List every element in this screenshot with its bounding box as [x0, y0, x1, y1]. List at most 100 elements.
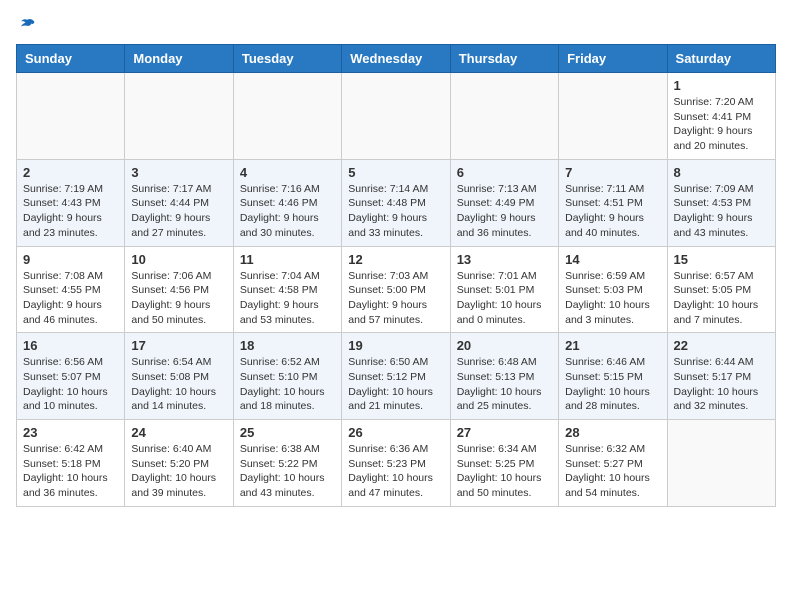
- day-info: Sunrise: 7:08 AM Sunset: 4:55 PM Dayligh…: [23, 269, 118, 328]
- day-info: Sunrise: 7:04 AM Sunset: 4:58 PM Dayligh…: [240, 269, 335, 328]
- day-number: 2: [23, 165, 118, 180]
- day-header-thursday: Thursday: [450, 45, 558, 73]
- day-info: Sunrise: 7:01 AM Sunset: 5:01 PM Dayligh…: [457, 269, 552, 328]
- day-number: 14: [565, 252, 660, 267]
- day-number: 10: [131, 252, 226, 267]
- day-info: Sunrise: 7:09 AM Sunset: 4:53 PM Dayligh…: [674, 182, 769, 241]
- calendar-day: 26 Sunrise: 6:36 AM Sunset: 5:23 PM Dayli…: [342, 420, 450, 507]
- day-number: 27: [457, 425, 552, 440]
- calendar-day: 15 Sunrise: 6:57 AM Sunset: 5:05 PM Dayli…: [667, 246, 775, 333]
- day-number: 3: [131, 165, 226, 180]
- calendar-day: 1 Sunrise: 7:20 AM Sunset: 4:41 PM Daylig…: [667, 73, 775, 160]
- calendar-day: 14 Sunrise: 6:59 AM Sunset: 5:03 PM Dayli…: [559, 246, 667, 333]
- day-info: Sunrise: 6:50 AM Sunset: 5:12 PM Dayligh…: [348, 355, 443, 414]
- day-number: 11: [240, 252, 335, 267]
- day-number: 5: [348, 165, 443, 180]
- calendar-week-4: 16 Sunrise: 6:56 AM Sunset: 5:07 PM Dayli…: [17, 333, 776, 420]
- calendar-day: 19 Sunrise: 6:50 AM Sunset: 5:12 PM Dayli…: [342, 333, 450, 420]
- day-info: Sunrise: 7:14 AM Sunset: 4:48 PM Dayligh…: [348, 182, 443, 241]
- calendar-day: 9 Sunrise: 7:08 AM Sunset: 4:55 PM Daylig…: [17, 246, 125, 333]
- day-number: 21: [565, 338, 660, 353]
- calendar-day: [559, 73, 667, 160]
- calendar-day: 20 Sunrise: 6:48 AM Sunset: 5:13 PM Dayli…: [450, 333, 558, 420]
- calendar-day: 6Sunrise: 7:13 AM Sunset: 4:49 PM Daylig…: [450, 159, 558, 246]
- day-header-sunday: Sunday: [17, 45, 125, 73]
- calendar-day: 4 Sunrise: 7:16 AM Sunset: 4:46 PM Daylig…: [233, 159, 341, 246]
- calendar-day: [17, 73, 125, 160]
- calendar-day: 16 Sunrise: 6:56 AM Sunset: 5:07 PM Dayli…: [17, 333, 125, 420]
- calendar-day: [342, 73, 450, 160]
- calendar-header-row: SundayMondayTuesdayWednesdayThursdayFrid…: [17, 45, 776, 73]
- day-number: 9: [23, 252, 118, 267]
- day-info: Sunrise: 6:40 AM Sunset: 5:20 PM Dayligh…: [131, 442, 226, 501]
- day-header-saturday: Saturday: [667, 45, 775, 73]
- calendar-day: 28 Sunrise: 6:32 AM Sunset: 5:27 PM Dayli…: [559, 420, 667, 507]
- day-header-friday: Friday: [559, 45, 667, 73]
- day-info: Sunrise: 7:17 AM Sunset: 4:44 PM Dayligh…: [131, 182, 226, 241]
- day-number: 25: [240, 425, 335, 440]
- calendar-day: [233, 73, 341, 160]
- calendar-day: 12Sunrise: 7:03 AM Sunset: 5:00 PM Dayli…: [342, 246, 450, 333]
- day-number: 17: [131, 338, 226, 353]
- calendar-day: 7 Sunrise: 7:11 AM Sunset: 4:51 PM Daylig…: [559, 159, 667, 246]
- day-info: Sunrise: 6:52 AM Sunset: 5:10 PM Dayligh…: [240, 355, 335, 414]
- day-info: Sunrise: 7:19 AM Sunset: 4:43 PM Dayligh…: [23, 182, 118, 241]
- calendar-day: [450, 73, 558, 160]
- day-number: 20: [457, 338, 552, 353]
- day-info: Sunrise: 6:32 AM Sunset: 5:27 PM Dayligh…: [565, 442, 660, 501]
- day-info: Sunrise: 6:46 AM Sunset: 5:15 PM Dayligh…: [565, 355, 660, 414]
- day-number: 16: [23, 338, 118, 353]
- day-info: Sunrise: 6:48 AM Sunset: 5:13 PM Dayligh…: [457, 355, 552, 414]
- calendar-day: [125, 73, 233, 160]
- calendar-day: [667, 420, 775, 507]
- day-number: 15: [674, 252, 769, 267]
- calendar-day: 10Sunrise: 7:06 AM Sunset: 4:56 PM Dayli…: [125, 246, 233, 333]
- day-number: 18: [240, 338, 335, 353]
- calendar-day: 2 Sunrise: 7:19 AM Sunset: 4:43 PM Daylig…: [17, 159, 125, 246]
- day-info: Sunrise: 6:57 AM Sunset: 5:05 PM Dayligh…: [674, 269, 769, 328]
- calendar-day: 23Sunrise: 6:42 AM Sunset: 5:18 PM Dayli…: [17, 420, 125, 507]
- calendar-day: 5 Sunrise: 7:14 AM Sunset: 4:48 PM Daylig…: [342, 159, 450, 246]
- day-info: Sunrise: 6:44 AM Sunset: 5:17 PM Dayligh…: [674, 355, 769, 414]
- page-header: [16, 16, 776, 34]
- day-info: Sunrise: 6:38 AM Sunset: 5:22 PM Dayligh…: [240, 442, 335, 501]
- calendar-day: 13 Sunrise: 7:01 AM Sunset: 5:01 PM Dayli…: [450, 246, 558, 333]
- calendar-week-5: 23Sunrise: 6:42 AM Sunset: 5:18 PM Dayli…: [17, 420, 776, 507]
- day-info: Sunrise: 6:42 AM Sunset: 5:18 PM Dayligh…: [23, 442, 118, 501]
- day-number: 24: [131, 425, 226, 440]
- day-info: Sunrise: 6:34 AM Sunset: 5:25 PM Dayligh…: [457, 442, 552, 501]
- calendar-day: 8 Sunrise: 7:09 AM Sunset: 4:53 PM Daylig…: [667, 159, 775, 246]
- calendar-day: 27 Sunrise: 6:34 AM Sunset: 5:25 PM Dayli…: [450, 420, 558, 507]
- day-info: Sunrise: 6:59 AM Sunset: 5:03 PM Dayligh…: [565, 269, 660, 328]
- day-info: Sunrise: 7:20 AM Sunset: 4:41 PM Dayligh…: [674, 95, 769, 154]
- day-number: 12: [348, 252, 443, 267]
- day-header-monday: Monday: [125, 45, 233, 73]
- day-number: 7: [565, 165, 660, 180]
- calendar-day: 25 Sunrise: 6:38 AM Sunset: 5:22 PM Dayli…: [233, 420, 341, 507]
- day-header-tuesday: Tuesday: [233, 45, 341, 73]
- day-number: 22: [674, 338, 769, 353]
- day-number: 13: [457, 252, 552, 267]
- calendar-week-1: 1 Sunrise: 7:20 AM Sunset: 4:41 PM Daylig…: [17, 73, 776, 160]
- day-info: Sunrise: 6:56 AM Sunset: 5:07 PM Dayligh…: [23, 355, 118, 414]
- day-number: 26: [348, 425, 443, 440]
- calendar-week-3: 9 Sunrise: 7:08 AM Sunset: 4:55 PM Daylig…: [17, 246, 776, 333]
- logo: [16, 16, 36, 34]
- day-number: 8: [674, 165, 769, 180]
- calendar-day: 24 Sunrise: 6:40 AM Sunset: 5:20 PM Dayli…: [125, 420, 233, 507]
- day-number: 19: [348, 338, 443, 353]
- day-number: 1: [674, 78, 769, 93]
- calendar-week-2: 2 Sunrise: 7:19 AM Sunset: 4:43 PM Daylig…: [17, 159, 776, 246]
- calendar-day: 22 Sunrise: 6:44 AM Sunset: 5:17 PM Dayli…: [667, 333, 775, 420]
- day-info: Sunrise: 7:16 AM Sunset: 4:46 PM Dayligh…: [240, 182, 335, 241]
- calendar-table: SundayMondayTuesdayWednesdayThursdayFrid…: [16, 44, 776, 507]
- calendar-day: 18 Sunrise: 6:52 AM Sunset: 5:10 PM Dayli…: [233, 333, 341, 420]
- logo-bird-icon: [18, 16, 36, 34]
- calendar-day: 3 Sunrise: 7:17 AM Sunset: 4:44 PM Daylig…: [125, 159, 233, 246]
- day-number: 6: [457, 165, 552, 180]
- day-info: Sunrise: 6:36 AM Sunset: 5:23 PM Dayligh…: [348, 442, 443, 501]
- day-info: Sunrise: 6:54 AM Sunset: 5:08 PM Dayligh…: [131, 355, 226, 414]
- day-number: 28: [565, 425, 660, 440]
- day-info: Sunrise: 7:11 AM Sunset: 4:51 PM Dayligh…: [565, 182, 660, 241]
- day-number: 4: [240, 165, 335, 180]
